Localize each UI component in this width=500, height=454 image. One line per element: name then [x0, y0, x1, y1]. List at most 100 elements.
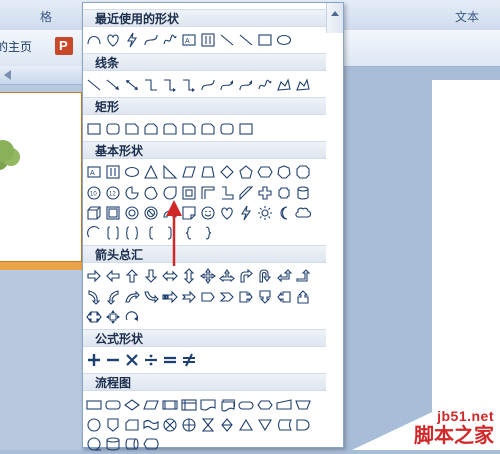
- notched-right-shape-icon[interactable]: [181, 289, 197, 305]
- brace-pair-shape-icon[interactable]: [124, 225, 140, 241]
- bevel-shape-icon[interactable]: [105, 205, 121, 221]
- curved-right-shape-icon[interactable]: [86, 289, 102, 305]
- parallelogram-shape-icon[interactable]: [181, 164, 197, 180]
- rect-shape-icon[interactable]: [238, 121, 254, 137]
- snip-shape-icon[interactable]: [181, 121, 197, 137]
- sun-shape-icon[interactable]: [257, 205, 273, 221]
- fc-extract-shape-icon[interactable]: [238, 417, 254, 433]
- eq-minus-shape-icon[interactable]: [105, 352, 121, 368]
- curved-up-shape-icon[interactable]: [124, 289, 140, 305]
- can-shape-icon[interactable]: [295, 185, 311, 201]
- fc-manual-op-shape-icon[interactable]: [295, 397, 311, 413]
- eq-not-equal-shape-icon[interactable]: [181, 352, 197, 368]
- line-shape-icon[interactable]: [219, 32, 235, 48]
- textbox-shape-icon[interactable]: A: [86, 164, 102, 180]
- fc-data-shape-icon[interactable]: [143, 397, 159, 413]
- callout-right-shape-icon[interactable]: [238, 289, 254, 305]
- left-up-arrow-shape-icon[interactable]: [276, 268, 292, 284]
- lightning-shape-icon[interactable]: [124, 32, 140, 48]
- cloud-shape-icon[interactable]: [295, 205, 311, 221]
- snip-shape-icon[interactable]: [124, 121, 140, 137]
- no-symbol-shape-icon[interactable]: [143, 205, 159, 221]
- uturn-shape-icon[interactable]: [257, 268, 273, 284]
- pentagon-shape-icon[interactable]: [238, 164, 254, 180]
- scroll-up-icon[interactable]: [331, 11, 339, 16]
- fc-or-shape-icon[interactable]: [181, 417, 197, 433]
- bent-arrow-shape-icon[interactable]: [238, 268, 254, 284]
- arrow-d-shape-icon[interactable]: [143, 268, 159, 284]
- fc-manual-input-shape-icon[interactable]: [276, 397, 292, 413]
- slide-thumbnail[interactable]: [0, 92, 82, 262]
- chevron-shape-icon[interactable]: [219, 289, 235, 305]
- vtextbox-shape-icon[interactable]: [200, 32, 216, 48]
- rrect-shape-icon[interactable]: [219, 121, 235, 137]
- curve-arrow-shape-icon[interactable]: [219, 77, 235, 93]
- curved-left-shape-icon[interactable]: [105, 289, 121, 305]
- lshape-shape-icon[interactable]: [219, 185, 235, 201]
- curve-shape-icon[interactable]: [143, 32, 159, 48]
- fc-stored-shape-icon[interactable]: [276, 417, 292, 433]
- striped-right-shape-icon[interactable]: [162, 289, 178, 305]
- arc-open-shape-icon[interactable]: [86, 225, 102, 241]
- pie-shape-icon[interactable]: [124, 185, 140, 201]
- smiley-shape-icon[interactable]: [200, 205, 216, 221]
- callout-l-r-shape-icon[interactable]: [86, 309, 102, 325]
- home-tab-label[interactable]: 的主页: [0, 38, 32, 55]
- fc-alt-shape-icon[interactable]: [105, 397, 121, 413]
- half-frame-shape-icon[interactable]: [200, 185, 216, 201]
- curve-arrow-shape-icon[interactable]: [238, 77, 254, 93]
- arrow-line-shape-icon[interactable]: [105, 77, 121, 93]
- heart-shape-icon[interactable]: [219, 205, 235, 221]
- plaque-shape-icon[interactable]: [276, 185, 292, 201]
- powerpoint-icon[interactable]: P: [55, 37, 73, 55]
- quad-arrow-shape-icon[interactable]: [200, 268, 216, 284]
- scribble-shape-icon[interactable]: [257, 77, 273, 93]
- freeform-shape-icon[interactable]: [295, 77, 311, 93]
- line-shape-icon[interactable]: [238, 32, 254, 48]
- elbow-arrow-shape-icon[interactable]: [162, 77, 178, 93]
- fc-multi-doc-shape-icon[interactable]: [219, 397, 235, 413]
- arrow-u-shape-icon[interactable]: [124, 268, 140, 284]
- eq-div-shape-icon[interactable]: [143, 352, 159, 368]
- chord-shape-icon[interactable]: [143, 185, 159, 201]
- circular-arrow-shape-icon[interactable]: [124, 309, 140, 325]
- freeform-shape-icon[interactable]: [276, 77, 292, 93]
- oval-shape-icon[interactable]: [124, 164, 140, 180]
- fc-merge-shape-icon[interactable]: [257, 417, 273, 433]
- donut-shape-icon[interactable]: [124, 205, 140, 221]
- fc-delay-shape-icon[interactable]: [295, 417, 311, 433]
- eq-mult-shape-icon[interactable]: [124, 352, 140, 368]
- scribble-shape-icon[interactable]: [162, 32, 178, 48]
- dbl-arrow-shape-icon[interactable]: [124, 77, 140, 93]
- vtextbox-shape-icon[interactable]: [105, 164, 121, 180]
- gallery-scrollbar[interactable]: [326, 3, 343, 33]
- textbox-shape-icon[interactable]: A: [181, 32, 197, 48]
- snip2-shape-icon[interactable]: [143, 121, 159, 137]
- trapezoid-shape-icon[interactable]: [200, 164, 216, 180]
- lbracket-shape-icon[interactable]: [143, 225, 159, 241]
- round-snip-shape-icon[interactable]: [162, 121, 178, 137]
- collapse-triangle-icon[interactable]: [4, 70, 11, 80]
- moon-shape-icon[interactable]: [276, 205, 292, 221]
- octagon-shape-icon[interactable]: [295, 164, 311, 180]
- rect-shape-icon[interactable]: [86, 121, 102, 137]
- fc-summing-shape-icon[interactable]: [162, 417, 178, 433]
- heptagon-shape-icon[interactable]: [276, 164, 292, 180]
- fc-collate-shape-icon[interactable]: [200, 417, 216, 433]
- heart-shape-icon[interactable]: [105, 32, 121, 48]
- fc-sort-shape-icon[interactable]: [219, 417, 235, 433]
- diag-stripe-shape-icon[interactable]: [238, 185, 254, 201]
- fc-card-shape-icon[interactable]: [124, 417, 140, 433]
- fc-prep-shape-icon[interactable]: [257, 397, 273, 413]
- arrow-l-r-shape-icon[interactable]: [162, 268, 178, 284]
- elbow-arrow-shape-icon[interactable]: [181, 77, 197, 93]
- arc-shape-icon[interactable]: [86, 32, 102, 48]
- fc-tape-shape-icon[interactable]: [143, 417, 159, 433]
- oval-shape-icon[interactable]: [276, 32, 292, 48]
- rbrace-shape-icon[interactable]: [200, 225, 216, 241]
- fc-offpage-shape-icon[interactable]: [105, 417, 121, 433]
- ribbon-tab-text[interactable]: 文本: [455, 8, 479, 25]
- eq-plus-shape-icon[interactable]: [86, 352, 102, 368]
- fc-process-shape-icon[interactable]: [86, 397, 102, 413]
- circle-num10-shape-icon[interactable]: 10: [86, 185, 102, 201]
